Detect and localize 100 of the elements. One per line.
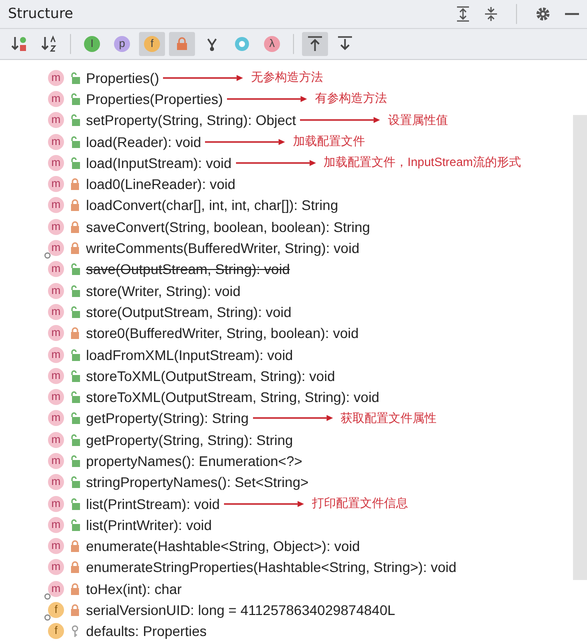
- unlocked-icon: [70, 72, 80, 84]
- method-icon: m: [48, 389, 64, 406]
- member-label[interactable]: defaults: Properties: [86, 623, 207, 640]
- annotation-note: 设置属性值: [388, 112, 448, 129]
- panel-title: Structure: [8, 6, 74, 22]
- sort-visibility-icon: [10, 35, 28, 53]
- sort-alpha-icon: [40, 35, 58, 53]
- annotation-note: 无参构造方法: [251, 69, 324, 86]
- lock-icon: [70, 242, 80, 254]
- filter-letter-icon: f: [144, 36, 160, 52]
- circle-icon: [234, 36, 250, 52]
- annotation-note: 加载配置文件: [293, 133, 366, 150]
- autoscroll-from-source-icon: [336, 35, 354, 53]
- filter-letter-icon: p: [114, 36, 130, 52]
- unlocked-icon: [70, 476, 80, 488]
- annotation-note: 加载配置文件，InputStream流的形式: [324, 154, 521, 172]
- member-label[interactable]: load(InputStream): void: [86, 154, 232, 171]
- unlocked-icon: [70, 92, 80, 105]
- member-label[interactable]: propertyNames(): Enumeration<?>: [86, 452, 302, 469]
- filter-letter-icon: I: [84, 36, 100, 52]
- lock-icon: [70, 178, 80, 190]
- toolbar-button[interactable]: f: [139, 32, 165, 56]
- key-icon: [70, 625, 80, 638]
- lock-icon: [70, 540, 80, 552]
- member-label[interactable]: storeToXML(OutputStream, String, String): void: [86, 389, 380, 406]
- unlocked-icon: [70, 306, 80, 318]
- method-icon: m: [48, 559, 64, 576]
- lock-icon: [70, 561, 80, 574]
- method-icon: m: [48, 516, 64, 533]
- unlocked-icon: [70, 136, 80, 148]
- method-icon: m: [48, 368, 64, 384]
- unlocked-icon: [70, 156, 80, 169]
- member-label[interactable]: load0(LineReader): void: [86, 176, 236, 192]
- member-label[interactable]: enumerate(Hashtable<String, Object>): void: [86, 538, 360, 554]
- autoscroll-to-source-icon: [306, 35, 324, 53]
- method-icon: m: [48, 70, 64, 86]
- method-icon: m: [48, 134, 64, 150]
- unlocked-icon: [70, 348, 80, 360]
- member-label[interactable]: store0(BufferedWriter, String, boolean): void: [86, 325, 359, 342]
- lock-icon: [70, 582, 80, 595]
- member-label[interactable]: getProperty(String): String: [86, 410, 249, 426]
- method-icon: m: [48, 261, 64, 278]
- lock-icon: [70, 327, 80, 340]
- member-label[interactable]: storeToXML(OutputStream, String): void: [86, 368, 335, 384]
- member-label[interactable]: serialVersionUID: long = 4112578634029874840L: [86, 602, 396, 618]
- method-icon: m: [48, 304, 64, 320]
- expand-all-icon[interactable]: [456, 6, 470, 22]
- method-icon: m: [48, 197, 64, 214]
- member-label[interactable]: list(PrintStream): void: [86, 496, 220, 512]
- member-label[interactable]: getProperty(String, String): String: [86, 432, 293, 448]
- unlocked-icon: [70, 498, 80, 510]
- lock-icon: [70, 604, 80, 616]
- method-icon: m: [48, 90, 64, 107]
- method-icon: m: [48, 410, 64, 426]
- unlocked-icon: [70, 370, 80, 382]
- member-label[interactable]: loadConvert(char[], int, int, char[]): String: [86, 197, 338, 214]
- method-icon: m: [48, 176, 64, 192]
- member-label[interactable]: list(PrintWriter): void: [86, 516, 212, 533]
- annotation-note: 打印配置文件信息: [312, 495, 408, 512]
- member-label[interactable]: stringPropertyNames(): Set<String>: [86, 474, 309, 490]
- unlocked-icon: [70, 412, 80, 424]
- method-icon: m: [48, 112, 64, 128]
- minimize-icon[interactable]: [565, 12, 579, 16]
- method-icon: m: [48, 282, 64, 299]
- member-label[interactable]: toHex(int): char: [86, 580, 182, 597]
- member-label[interactable]: setProperty(String, String): Object: [86, 112, 296, 128]
- collapse-all-icon[interactable]: [484, 6, 498, 22]
- method-icon: m: [48, 452, 64, 469]
- member-label[interactable]: Properties(Properties): [86, 90, 223, 107]
- method-icon: m: [48, 154, 64, 171]
- lock-icon: [70, 220, 80, 233]
- method-icon: m: [48, 432, 64, 448]
- member-label[interactable]: writeComments(BufferedWriter, String): void: [86, 240, 360, 256]
- lock-icon: [176, 37, 188, 51]
- member-label[interactable]: Properties(): [86, 70, 160, 86]
- method-icon: m: [48, 325, 64, 342]
- hierarchy-icon: [205, 36, 219, 52]
- toolbar-button[interactable]: λ: [259, 32, 285, 56]
- unlocked-icon: [70, 284, 80, 297]
- method-icon: m: [48, 346, 64, 362]
- member-label[interactable]: store(OutputStream, String): void: [86, 304, 292, 320]
- method-icon: m: [48, 218, 64, 235]
- member-label[interactable]: loadFromXML(InputStream): void: [86, 346, 293, 362]
- toolbar-button[interactable]: [302, 32, 328, 56]
- member-label[interactable]: save(OutputStream, String): void: [86, 261, 290, 278]
- settings-icon[interactable]: [535, 6, 551, 22]
- lock-icon: [70, 199, 80, 212]
- unlocked-icon: [70, 454, 80, 467]
- unlocked-icon: [70, 518, 80, 531]
- filter-letter-icon: λ: [264, 36, 280, 52]
- method-icon: m: [48, 474, 64, 490]
- toolbar-button[interactable]: p: [109, 32, 135, 56]
- toolbar-button[interactable]: I: [79, 32, 105, 56]
- unlocked-icon: [70, 434, 80, 446]
- member-label[interactable]: load(Reader): void: [86, 134, 202, 150]
- member-label[interactable]: store(Writer, String): void: [86, 282, 241, 299]
- member-label[interactable]: enumerateStringProperties(Hashtable<String, String>): void: [86, 559, 456, 576]
- scrollbar-thumb[interactable]: [573, 115, 587, 580]
- member-label[interactable]: saveConvert(String, boolean, boolean): String: [86, 218, 370, 235]
- method-icon: m: [48, 538, 64, 554]
